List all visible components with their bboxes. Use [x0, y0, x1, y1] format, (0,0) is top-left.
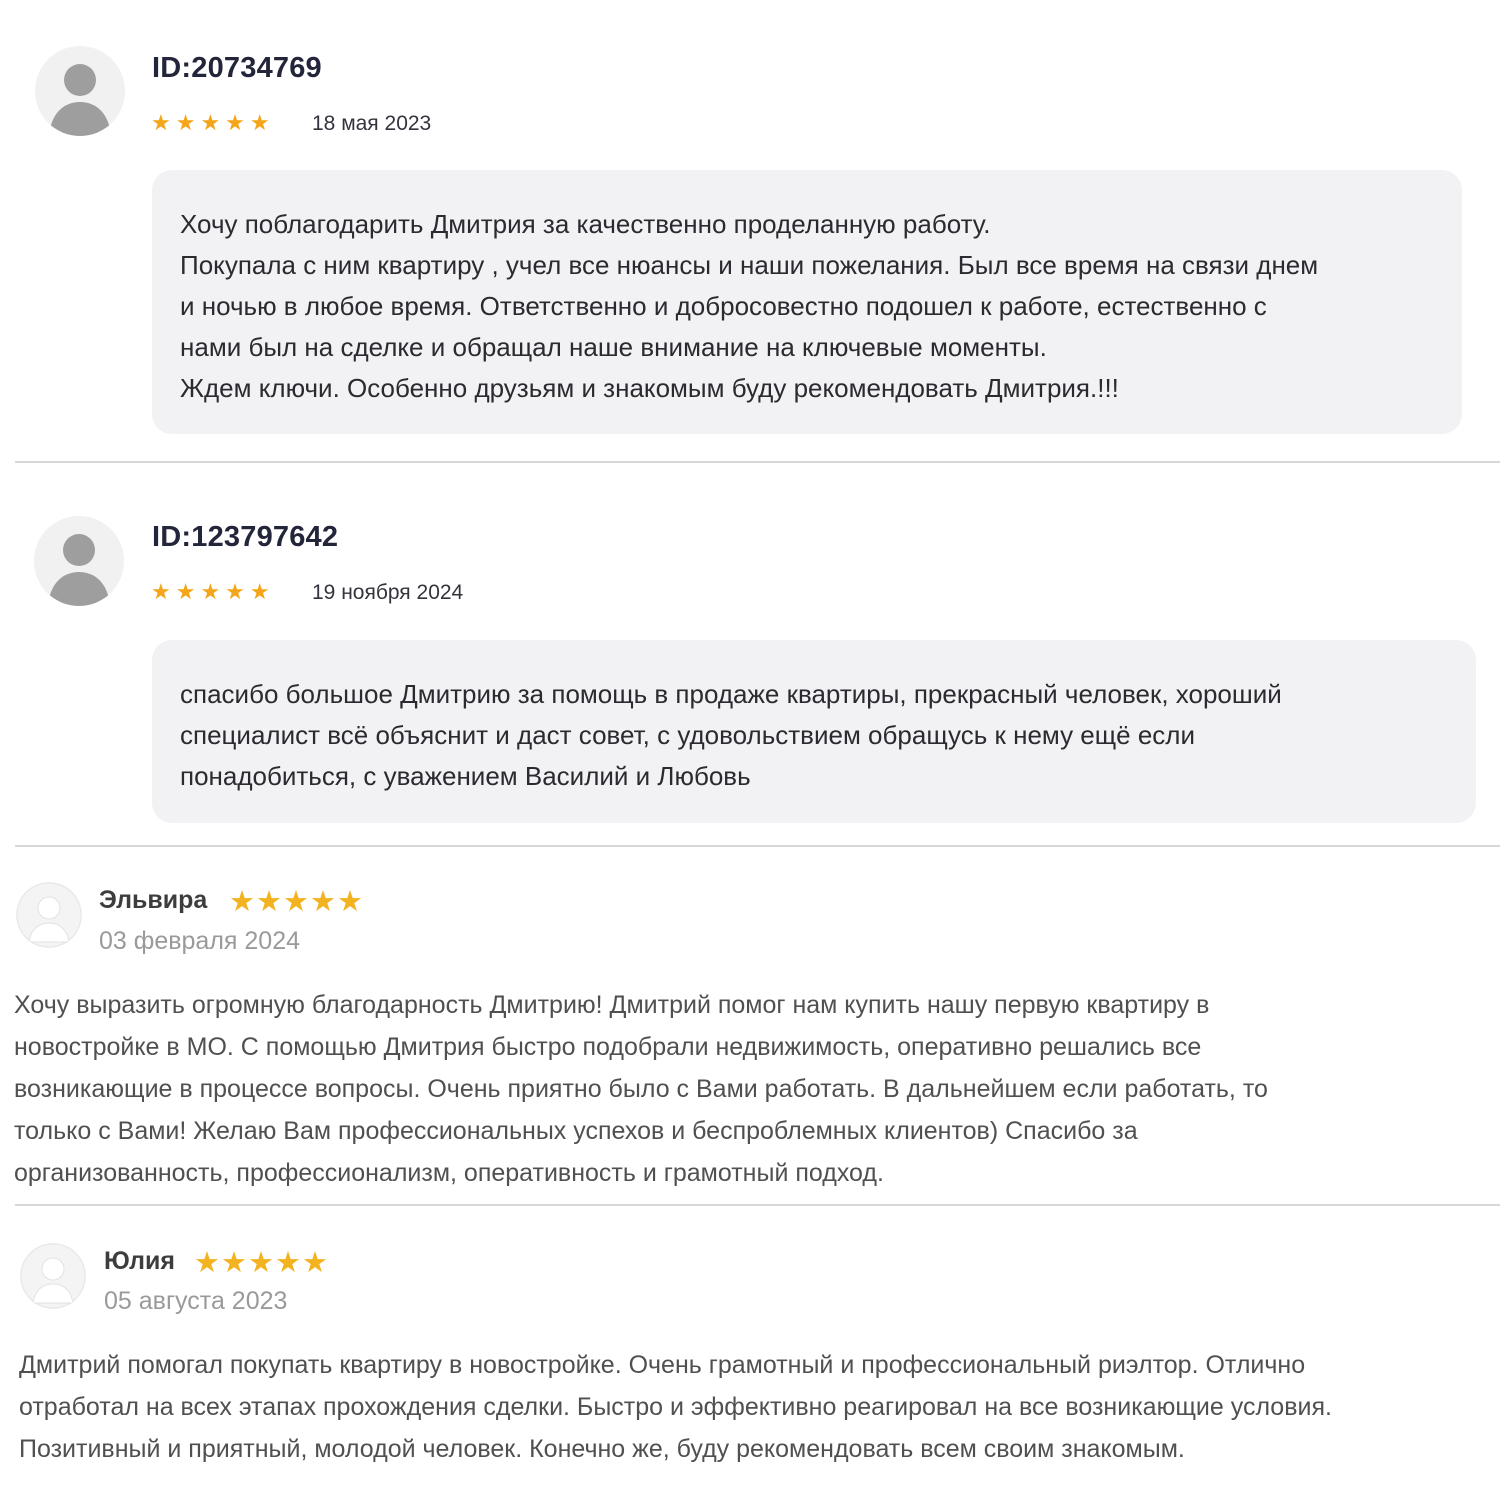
review-text: Хочу выразить огромную благодарность Дми… [14, 991, 1268, 1187]
divider [15, 461, 1500, 463]
review-text: Дмитрий помогал покупать квартиру в ново… [19, 1351, 1332, 1463]
review-bubble: Хочу поблагодарить Дмитрия за качественн… [152, 170, 1462, 434]
review-date: 19 ноября 2024 [312, 581, 464, 604]
divider [15, 845, 1500, 847]
divider [15, 1204, 1500, 1206]
user-avatar-icon [16, 882, 82, 948]
review-date: 18 мая 2023 [312, 112, 432, 135]
review-text: спасибо большое Дмитрию за помощь в прод… [180, 679, 1282, 791]
review-bubble: спасибо большое Дмитрию за помощь в прод… [152, 640, 1476, 823]
user-avatar-icon [35, 46, 125, 136]
user-avatar-icon [34, 516, 124, 606]
review-author: Юлия [104, 1247, 175, 1275]
rating-stars: ★★★★★ [194, 1247, 329, 1279]
review-author: ID:123797642 [152, 521, 339, 553]
review-text: Хочу поблагодарить Дмитрия за качественн… [180, 209, 1319, 403]
rating-stars: ★★★★★ [229, 886, 364, 918]
review-author: Эльвира [99, 886, 208, 914]
user-avatar-icon [20, 1243, 86, 1309]
review-author: ID:20734769 [152, 52, 322, 84]
rating-stars: ★★★★★ [151, 579, 275, 604]
review-date: 05 августа 2023 [104, 1287, 288, 1315]
rating-stars: ★★★★★ [151, 110, 275, 135]
review-date: 03 февраля 2024 [99, 927, 301, 955]
